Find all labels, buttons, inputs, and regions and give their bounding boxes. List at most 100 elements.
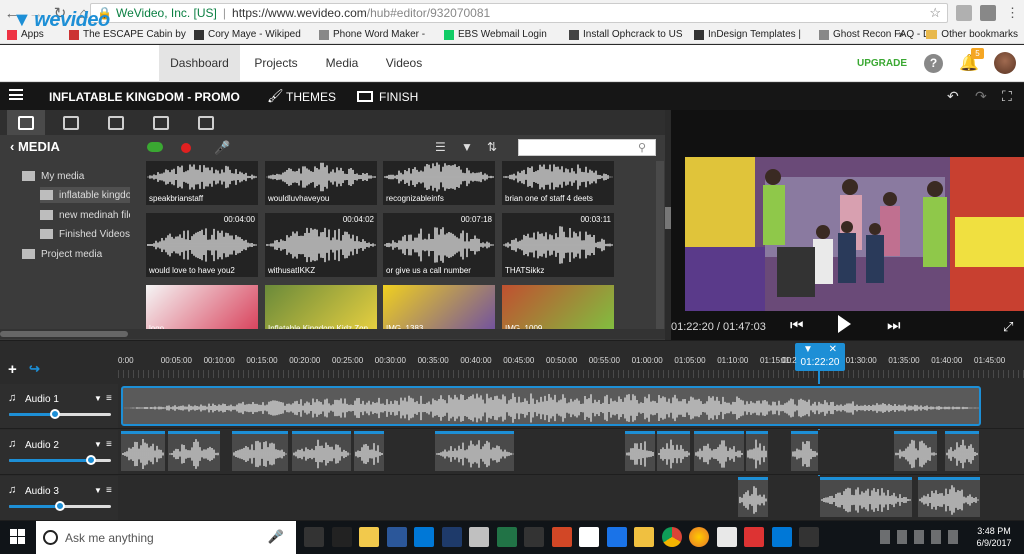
folder-3[interactable]: Finished Videos: [40, 226, 130, 242]
extension-icon[interactable]: [956, 5, 972, 21]
tab-my-media-icon[interactable]: [18, 116, 34, 130]
media-image-card[interactable]: logo: [146, 285, 258, 333]
microphone-icon[interactable]: 🎤: [214, 140, 230, 156]
bookmark-item[interactable]: Cory Maye - Wikiped: [194, 29, 312, 40]
browser-menu-icon[interactable]: ⋮: [1006, 5, 1019, 21]
firefox-icon[interactable]: [689, 527, 709, 547]
tab-graphics-icon[interactable]: [198, 116, 214, 130]
cortana-mic-icon[interactable]: 🎤: [268, 529, 284, 545]
tab-audio-icon[interactable]: [63, 116, 79, 130]
bookmark-star-icon[interactable]: ☆: [929, 5, 941, 21]
paint-icon[interactable]: [579, 527, 599, 547]
tray-icons[interactable]: [880, 530, 965, 544]
bookmark-item[interactable]: Phone Word Maker -: [319, 29, 437, 40]
edge-icon[interactable]: [771, 527, 792, 547]
search-icon[interactable]: ⚲: [638, 141, 646, 154]
track-menu-icon[interactable]: ≡: [106, 393, 112, 404]
word-icon[interactable]: [386, 527, 407, 547]
media-audio-card[interactable]: 00:04:00 would love to have you2: [146, 213, 258, 277]
nav-dashboard[interactable]: Dashboard: [159, 45, 240, 82]
audio-clip[interactable]: [435, 431, 514, 471]
media-audio-card[interactable]: recognizableinfs: [383, 161, 495, 205]
app-icon[interactable]: [469, 527, 489, 547]
media-scrollbar[interactable]: [656, 161, 664, 333]
track-menu-icon[interactable]: ≡: [106, 439, 112, 450]
app-icon-2[interactable]: [716, 527, 737, 547]
fullscreen-icon[interactable]: ⤢: [1003, 319, 1013, 335]
help-icon[interactable]: ?: [924, 54, 943, 73]
project-title[interactable]: INFLATABLE KINGDOM - PROMO: [49, 90, 240, 104]
settings-icon[interactable]: [799, 527, 819, 547]
file-explorer-icon[interactable]: [359, 527, 379, 547]
media-image-card[interactable]: Inflatable Kingdom Kidz Zon: [265, 285, 377, 333]
user-avatar[interactable]: [994, 52, 1016, 74]
media-audio-card[interactable]: brian one of staff 4 deets: [502, 161, 614, 205]
media-audio-card[interactable]: speakbrianstaff: [146, 161, 258, 205]
audio-clip[interactable]: [168, 431, 220, 471]
skip-forward-icon[interactable]: ⏭: [887, 317, 901, 334]
undo-icon[interactable]: ↶: [947, 88, 959, 105]
bookmark-item[interactable]: EBS Webmail Login: [444, 29, 562, 40]
upload-cloud-icon[interactable]: [147, 142, 163, 152]
camera-icon[interactable]: [331, 527, 352, 547]
audio-clip[interactable]: [820, 477, 912, 517]
finish-button[interactable]: FINISH: [379, 90, 418, 104]
audio-clip[interactable]: [791, 431, 818, 471]
media-audio-card[interactable]: 00:03:11 THATSikkz: [502, 213, 614, 277]
skip-back-icon[interactable]: ⏮: [790, 317, 804, 334]
record-icon[interactable]: [181, 143, 191, 153]
add-track-icon[interactable]: +: [8, 361, 17, 378]
volume-slider-knob[interactable]: [85, 455, 96, 465]
media-image-card[interactable]: IMG_1009: [502, 285, 614, 333]
audio-clip[interactable]: [121, 431, 165, 471]
task-view-icon[interactable]: [304, 527, 324, 547]
audio-clip[interactable]: [945, 431, 979, 471]
media-scroll-thumb[interactable]: [665, 207, 671, 229]
audio-clip[interactable]: [625, 431, 655, 471]
folder-2[interactable]: new medinah file: [40, 207, 130, 223]
nav-media[interactable]: Media: [314, 45, 370, 82]
playhead-marker[interactable]: ▼ ✕ 01:22:20: [795, 343, 845, 371]
themes-button[interactable]: THEMES: [286, 90, 336, 104]
audio-clip[interactable]: [354, 431, 384, 471]
media-audio-card[interactable]: 00:07:18 or give us a call number: [383, 213, 495, 277]
list-view-icon[interactable]: ☰: [435, 140, 446, 154]
track-dropdown-icon[interactable]: ▼: [94, 440, 102, 449]
track-menu-icon[interactable]: ≡: [106, 485, 112, 496]
filter-icon[interactable]: ▼: [461, 140, 473, 154]
bookmark-item[interactable]: Ghost Recon FAQ - D: [819, 29, 937, 40]
audio-clip[interactable]: [121, 386, 981, 426]
publisher-icon[interactable]: [496, 527, 517, 547]
extension-icon-2[interactable]: [980, 5, 996, 21]
hamburger-menu-icon[interactable]: [9, 89, 23, 100]
outlook-icon[interactable]: [414, 527, 434, 547]
tab-video-icon[interactable]: [108, 116, 124, 130]
media-search-input[interactable]: [518, 139, 656, 156]
media-back-title[interactable]: ‹ MEDIA: [10, 139, 60, 154]
folder-0[interactable]: My media: [22, 168, 130, 184]
nav-videos[interactable]: Videos: [374, 45, 434, 82]
timeline-ruler[interactable]: [118, 370, 1024, 378]
redo-icon[interactable]: ↷: [975, 88, 987, 105]
marker-icon[interactable]: ▼: [803, 344, 813, 355]
folder-4[interactable]: Project media: [22, 246, 130, 262]
bookmark-item[interactable]: InDesign Templates |: [694, 29, 812, 40]
wevideo-logo[interactable]: ▼ wevideo: [12, 9, 110, 32]
acrobat-icon[interactable]: [551, 527, 572, 547]
teamviewer-icon[interactable]: [606, 527, 627, 547]
audio-clip[interactable]: [746, 431, 768, 471]
audio-clip[interactable]: [292, 431, 351, 471]
audio-clip[interactable]: [694, 431, 744, 471]
photoshop-icon[interactable]: [441, 527, 462, 547]
split-icon[interactable]: ✕: [829, 344, 837, 355]
media-image-card[interactable]: IMG_1383: [383, 285, 495, 333]
audio-clip[interactable]: [894, 431, 937, 471]
upgrade-link[interactable]: UPGRADE: [857, 58, 907, 69]
magnet-icon[interactable]: ↪: [29, 361, 40, 377]
chrome-icon[interactable]: [661, 527, 682, 547]
audio-clip[interactable]: [918, 477, 980, 517]
play-icon[interactable]: [838, 315, 851, 333]
track-dropdown-icon[interactable]: ▼: [94, 486, 102, 495]
volume-slider-knob[interactable]: [49, 409, 60, 419]
bookmark-item[interactable]: Install Ophcrack to US: [569, 29, 687, 40]
